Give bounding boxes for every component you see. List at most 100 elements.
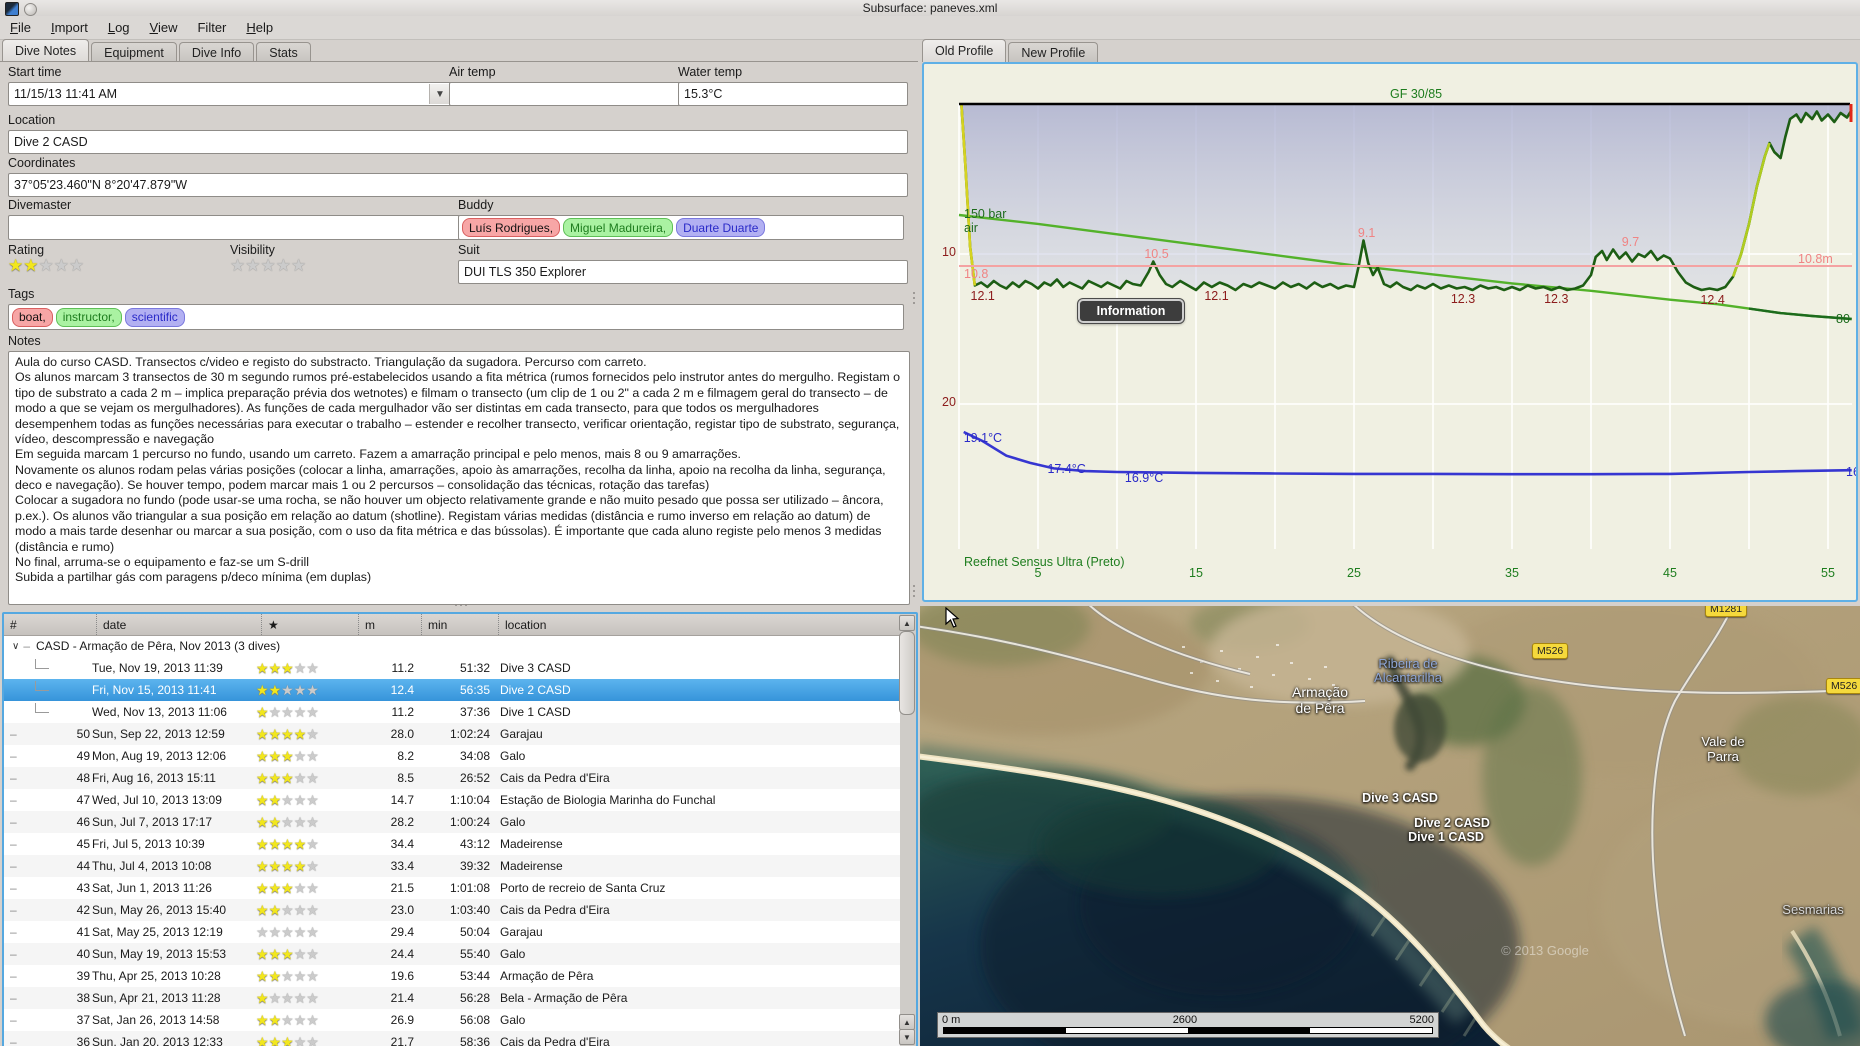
star-icon: ★ — [268, 747, 282, 764]
location-field[interactable]: Dive 2 CASD — [8, 130, 908, 154]
tab-equipment[interactable]: Equipment — [91, 42, 177, 62]
dive-row[interactable]: –43 Sat, Jun 1, 2013 11:26 ★★★★★ 21.5 1:01:0… — [4, 877, 900, 899]
chip-miguel-madureira[interactable]: Miguel Madureira, — [563, 218, 674, 237]
collapse-icon[interactable]: ∨ — [12, 641, 19, 652]
window-menu-icon[interactable] — [24, 3, 37, 16]
tags-field[interactable]: boat, instructor, scientific — [8, 304, 904, 330]
star-icon: ★ — [293, 857, 307, 874]
tab-dive-info[interactable]: Dive Info — [178, 42, 255, 62]
chip-instructor[interactable]: instructor, — [55, 307, 122, 327]
x-tick: 15 — [1189, 566, 1203, 580]
dive-row[interactable]: –41 Sat, May 25, 2013 12:19 ★★★★★ 29.4 50:04… — [4, 921, 900, 943]
menu-help[interactable]: Help — [236, 18, 283, 37]
dive-row[interactable]: –45 Fri, Jul 5, 2013 10:39 ★★★★★ 34.4 43:12 M… — [4, 833, 900, 855]
star-icon: ★ — [268, 813, 282, 830]
star-icon: ★ — [306, 967, 319, 984]
dive-row[interactable]: –50 Sun, Sep 22, 2013 12:59 ★★★★★ 28.0 1:02:… — [4, 723, 900, 745]
water-temp-field[interactable]: 15.3°C — [678, 82, 908, 106]
x-tick: 35 — [1505, 566, 1519, 580]
dive-row[interactable]: –38 Sun, Apr 21, 2013 11:28 ★★★★★ 21.4 56:28… — [4, 987, 900, 1009]
menu-log[interactable]: Log — [98, 18, 140, 37]
star-icon: ★ — [306, 681, 319, 698]
vertical-splitter-handle[interactable] — [913, 292, 915, 304]
visibility-stars[interactable]: ★★★★★ — [230, 257, 306, 274]
menu-filter[interactable]: Filter — [187, 18, 236, 37]
dive-row[interactable]: Tue, Nov 19, 2013 11:39 ★★★★★ 11.2 51:32 Div… — [4, 657, 900, 679]
suit-field[interactable]: DUI TLS 350 Explorer — [458, 260, 908, 284]
menu-import[interactable]: Import — [41, 18, 98, 37]
buddy-field[interactable]: Luís Rodrigues, Miguel Madureira, Duarte D… — [458, 215, 904, 240]
dive-row[interactable]: –48 Fri, Aug 16, 2013 15:11 ★★★★★ 8.5 26:52 C… — [4, 767, 900, 789]
dive-row[interactable]: –42 Sun, May 26, 2013 15:40 ★★★★★ 23.0 1:03:… — [4, 899, 900, 921]
scrollbar-thumb[interactable] — [899, 631, 915, 715]
chip-boat[interactable]: boat, — [12, 307, 53, 327]
dive-row[interactable]: Fri, Nov 15, 2013 11:41 ★★★★★ 12.4 56:35 Div… — [4, 679, 900, 701]
dive-rows: ∨ – CASD - Armação de Pêra, Nov 2013 (3 … — [4, 635, 900, 1046]
chip-luís-rodrigues[interactable]: Luís Rodrigues, — [462, 218, 561, 237]
dive-row[interactable]: –46 Sun, Jul 7, 2013 17:17 ★★★★★ 28.2 1:00:2… — [4, 811, 900, 833]
tab-stats[interactable]: Stats — [256, 42, 311, 62]
chevron-down-icon[interactable]: ▼ — [429, 84, 450, 104]
vertical-splitter-handle-2[interactable] — [913, 585, 915, 597]
scroll-up-button-2[interactable]: ▲ — [899, 1014, 915, 1030]
place-armacao-line1: Armação — [1291, 684, 1349, 700]
dive-row[interactable]: –44 Thu, Jul 4, 2013 10:08 ★★★★★ 33.4 39:32 M… — [4, 855, 900, 877]
dive-row[interactable]: Wed, Nov 13, 2013 11:06 ★★★★★ 11.2 37:36 Div… — [4, 701, 900, 723]
star-icon: ★ — [260, 256, 276, 275]
road-badge-m1281: M1281 — [1705, 606, 1748, 617]
air-temp-field[interactable] — [449, 82, 683, 106]
notes-textarea[interactable]: Aula do curso CASD. Transectos c/video e… — [8, 351, 910, 605]
star-icon: ★ — [281, 967, 294, 984]
star-icon: ★ — [268, 857, 282, 874]
trip-row[interactable]: ∨ – CASD - Armação de Pêra, Nov 2013 (3 … — [4, 635, 900, 657]
scale-max: 5200 — [1409, 1014, 1434, 1026]
event-depth-label: 9.1 — [1357, 225, 1376, 240]
star-icon: ★ — [293, 835, 307, 852]
dive-site-map[interactable]: M1281 M526 M526 Ribeira de Alcantarilha … — [920, 606, 1860, 1046]
horizontal-splitter-handle[interactable] — [455, 604, 467, 606]
dive-row[interactable]: –49 Mon, Aug 19, 2013 12:06 ★★★★★ 8.2 34:08 G… — [4, 745, 900, 767]
dive-row[interactable]: –40 Sun, May 19, 2013 15:53 ★★★★★ 24.4 55:40… — [4, 943, 900, 965]
tab-old-profile[interactable]: Old Profile — [922, 39, 1007, 62]
title-bar: Subsurface: paneves.xml — [0, 0, 1860, 16]
scroll-down-button[interactable]: ▼ — [899, 1029, 915, 1045]
col-rating[interactable]: ★ — [261, 614, 358, 635]
dive-row[interactable]: –36 Sun, Jan 20, 2013 12:33 ★★★★★ 21.7 58:36… — [4, 1031, 900, 1046]
coordinates-field[interactable]: 37°05'23.460"N 8°20'47.879"W — [8, 173, 908, 197]
col-duration[interactable]: min — [421, 614, 498, 635]
col-date[interactable]: date — [96, 614, 261, 635]
chip-duarte-duarte[interactable]: Duarte Duarte — [676, 218, 766, 237]
air-temp-label: Air temp — [449, 65, 496, 79]
star-icon: ★ — [268, 769, 282, 786]
star-icon: ★ — [293, 747, 307, 764]
star-icon: ★ — [306, 659, 319, 676]
menu-bar: File Import Log View Filter Help — [0, 16, 1860, 40]
dive-site-marker-3[interactable]: Dive 3 CASD — [1362, 791, 1438, 805]
star-icon: ★ — [256, 945, 269, 962]
dive-row[interactable]: –47 Wed, Jul 10, 2013 13:09 ★★★★★ 14.7 1:10:… — [4, 789, 900, 811]
dive-site-marker-1[interactable]: Dive 1 CASD — [1408, 830, 1484, 844]
tab-new-profile[interactable]: New Profile — [1008, 42, 1099, 62]
tab-dive-notes[interactable]: Dive Notes — [2, 39, 90, 62]
rating-stars[interactable]: ★★★★★ — [8, 257, 84, 274]
coordinates-label: Coordinates — [8, 156, 76, 170]
divemaster-field[interactable] — [8, 215, 460, 240]
col-location[interactable]: location — [498, 614, 900, 635]
star-icon: ★ — [268, 923, 282, 940]
star-icon: ★ — [256, 791, 269, 808]
col-number[interactable]: # — [4, 614, 96, 635]
chip-scientific[interactable]: scientific — [124, 307, 185, 327]
star-icon: ★ — [293, 923, 307, 940]
information-button[interactable]: Information — [1078, 299, 1184, 323]
menu-view[interactable]: View — [140, 18, 188, 37]
dive-row[interactable]: –37 Sat, Jan 26, 2013 14:58 ★★★★★ 26.9 56:08… — [4, 1009, 900, 1031]
menu-file[interactable]: File — [0, 18, 41, 37]
dive-site-marker-2[interactable]: Dive 2 CASD — [1414, 816, 1490, 830]
start-time-combo[interactable]: 11/15/13 11:41 AM ▼ — [8, 82, 452, 106]
scroll-up-button[interactable]: ▲ — [899, 615, 915, 631]
star-icon: ★ — [268, 681, 282, 698]
avg-depth-label: 10.8m — [1798, 252, 1833, 266]
dive-row[interactable]: –39 Thu, Apr 25, 2013 10:28 ★★★★★ 19.6 53:44… — [4, 965, 900, 987]
star-icon: ★ — [281, 1033, 294, 1046]
col-depth[interactable]: m — [358, 614, 421, 635]
